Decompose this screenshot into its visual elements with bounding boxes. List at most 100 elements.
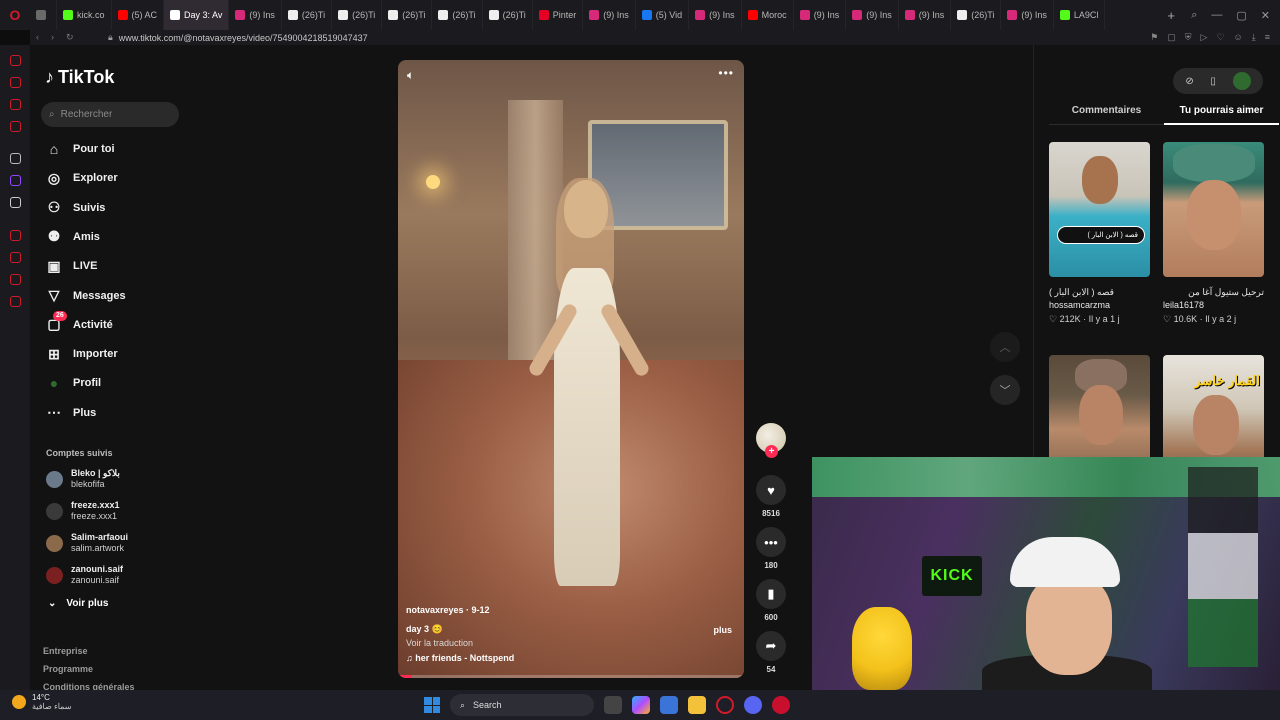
video-sound[interactable]: ♫ her friends - Nottspend <box>406 653 736 663</box>
new-tab-button[interactable]: + <box>1161 8 1181 23</box>
followed-account[interactable]: zanouni.saif zanouni.saif <box>46 563 123 587</box>
nav-item-messages[interactable]: ▽ Messages <box>45 285 126 307</box>
translate-link[interactable]: Voir la traduction <box>406 638 736 648</box>
nav-item-amis[interactable]: ⚉ Amis <box>45 226 100 248</box>
volume-icon[interactable]: 🔈︎ <box>407 68 414 83</box>
user-avatar[interactable] <box>1232 72 1251 90</box>
menu-icon[interactable]: ≡ <box>1265 32 1270 43</box>
footer-link-programme[interactable]: Programme <box>43 660 135 678</box>
nav-item-activit[interactable]: ▢ 26 Activité <box>45 310 113 336</box>
video-player[interactable]: 🔈︎ ••• notavaxreyes · 9-12 day 3 😊 Voir … <box>398 60 744 678</box>
video-author[interactable]: notavaxreyes <box>406 605 464 615</box>
browser-tab[interactable]: (26)Ti <box>332 0 383 30</box>
followed-account[interactable]: Bleko | بلاكو blekofifa <box>46 467 120 491</box>
news-icon[interactable] <box>10 121 21 132</box>
start-icon[interactable] <box>424 697 440 713</box>
opera-icon[interactable] <box>716 696 734 714</box>
taskbar-search[interactable]: ⌕ Search <box>450 694 594 716</box>
browser-tab[interactable]: kick.co <box>57 0 112 30</box>
card-thumbnail[interactable] <box>1163 142 1264 277</box>
store-icon[interactable] <box>660 696 678 714</box>
tiktok-logo[interactable]: ♪ TikTok <box>45 67 114 88</box>
video-progress-bar[interactable] <box>398 675 744 678</box>
heart-icon[interactable]: ♥ <box>756 475 786 505</box>
comment-icon[interactable]: ••• <box>756 527 786 557</box>
task-view-icon[interactable] <box>604 696 622 714</box>
avatar[interactable] <box>46 566 63 584</box>
app-icon[interactable] <box>772 696 790 714</box>
nav-item-pourtoi[interactable]: ⌂ Pour toi <box>45 138 115 160</box>
caption-more-button[interactable]: plus <box>713 625 732 635</box>
avatar[interactable] <box>46 534 63 552</box>
nav-item-importer[interactable]: ⊞ Importer <box>45 343 118 365</box>
suggested-video-card[interactable]: قصه ( الابن البار ) قصه ( الابن البار ) … <box>1049 142 1150 325</box>
share-icon[interactable]: ➦ <box>756 631 786 661</box>
phone-icon[interactable]: ▯ <box>1210 76 1216 87</box>
compass-icon[interactable]: ⊘ <box>1185 76 1193 87</box>
browser-tab[interactable]: (5) Vid <box>636 0 690 30</box>
card-author[interactable]: leila16178 <box>1163 300 1264 310</box>
footer-link-entreprise[interactable]: Entreprise <box>43 642 135 660</box>
card-author[interactable]: hossamcarzma <box>1049 300 1150 310</box>
search-box[interactable]: ⌕ <box>41 102 179 127</box>
account-icon[interactable]: ☺ <box>1234 32 1243 43</box>
maximize-icon[interactable]: ▢ <box>1236 9 1246 22</box>
previous-video-button[interactable]: ︿ <box>990 332 1020 362</box>
opera-logo-icon[interactable]: O <box>0 0 30 30</box>
file-explorer-icon[interactable] <box>688 696 706 714</box>
browser-tab[interactable]: (9) Ins <box>583 0 636 30</box>
browser-tab[interactable]: (9) Ins <box>689 0 742 30</box>
search-icon[interactable]: ⌕ <box>1191 9 1197 22</box>
next-video-button[interactable]: ﹀ <box>990 375 1020 405</box>
copy-icon[interactable]: ▢ <box>1167 32 1176 43</box>
nav-item-plus[interactable]: ⋯ Plus <box>45 402 96 424</box>
heart-icon[interactable]: ♡ <box>1216 32 1224 43</box>
browser-tab[interactable]: Moroc <box>742 0 794 30</box>
browser-tab[interactable]: (9) Ins <box>1001 0 1054 30</box>
creator-avatar-action[interactable]: + <box>755 423 787 475</box>
forward-icon[interactable]: › <box>51 32 54 43</box>
followed-account[interactable]: freeze.xxx1 freeze.xxx1 <box>46 499 120 523</box>
browser-tab[interactable]: (26)Ti <box>483 0 533 30</box>
followed-account[interactable]: Salim-arfaoui salim.artwork <box>46 531 128 555</box>
share-action[interactable]: ➦ 54 <box>755 631 787 683</box>
browser-tab[interactable]: (26)Ti <box>382 0 433 30</box>
pinboard-icon[interactable] <box>10 252 21 263</box>
browser-tab[interactable]: Pinter <box>533 0 584 30</box>
download-icon[interactable]: ⤓ <box>1252 32 1256 43</box>
nav-item-live[interactable]: ▣ LIVE <box>45 255 97 277</box>
player-icon[interactable] <box>10 230 21 241</box>
messenger-icon[interactable] <box>10 99 21 110</box>
tab-you-may-like[interactable]: Tu pourrais aimer <box>1164 105 1279 125</box>
aria-icon[interactable] <box>10 153 21 164</box>
browser-tab[interactable] <box>30 0 57 30</box>
close-icon[interactable]: ✕ <box>1261 9 1270 22</box>
browser-tab[interactable]: (9) Ins <box>899 0 952 30</box>
discord-icon[interactable] <box>744 696 762 714</box>
copilot-icon[interactable] <box>632 696 650 714</box>
settings-icon[interactable] <box>10 296 21 307</box>
minimize-icon[interactable]: — <box>1211 9 1222 22</box>
browser-tab[interactable]: Day 3: Av <box>164 0 230 30</box>
suggested-video-card[interactable]: ترحيل ستيول آغا من الكويت بعد تحوّله الم… <box>1163 142 1264 325</box>
url-field[interactable]: www.tiktok.com/@notavaxreyes/video/75490… <box>119 33 368 43</box>
avatar[interactable] <box>46 470 63 488</box>
play-icon[interactable]: ▷ <box>1201 32 1208 43</box>
browser-tab[interactable]: (26)Ti <box>951 0 1002 30</box>
weather-widget[interactable]: 14°C سماء صافية <box>12 693 72 711</box>
browser-tab[interactable]: (26)Ti <box>282 0 333 30</box>
avatar[interactable] <box>46 502 63 520</box>
follow-plus-icon[interactable]: + <box>765 445 778 458</box>
browser-tab[interactable]: (26)Ti <box>432 0 483 30</box>
extensions-icon[interactable] <box>10 274 21 285</box>
nav-item-suivis[interactable]: ⚇ Suivis <box>45 197 106 219</box>
x-icon[interactable] <box>10 197 21 208</box>
nav-item-explorer[interactable]: ◎ Explorer <box>45 167 118 189</box>
footer-link-conditions[interactable]: Conditions générales <box>43 678 135 690</box>
history-icon[interactable] <box>10 55 21 66</box>
video-author-line[interactable]: notavaxreyes · 9-12 <box>406 605 736 615</box>
save-action[interactable]: ▮ 600 <box>755 579 787 631</box>
nav-item-profil[interactable]: ● Profil <box>45 372 101 394</box>
wallet-icon[interactable] <box>10 77 21 88</box>
card-thumbnail[interactable]: قصه ( الابن البار ) <box>1049 142 1150 277</box>
